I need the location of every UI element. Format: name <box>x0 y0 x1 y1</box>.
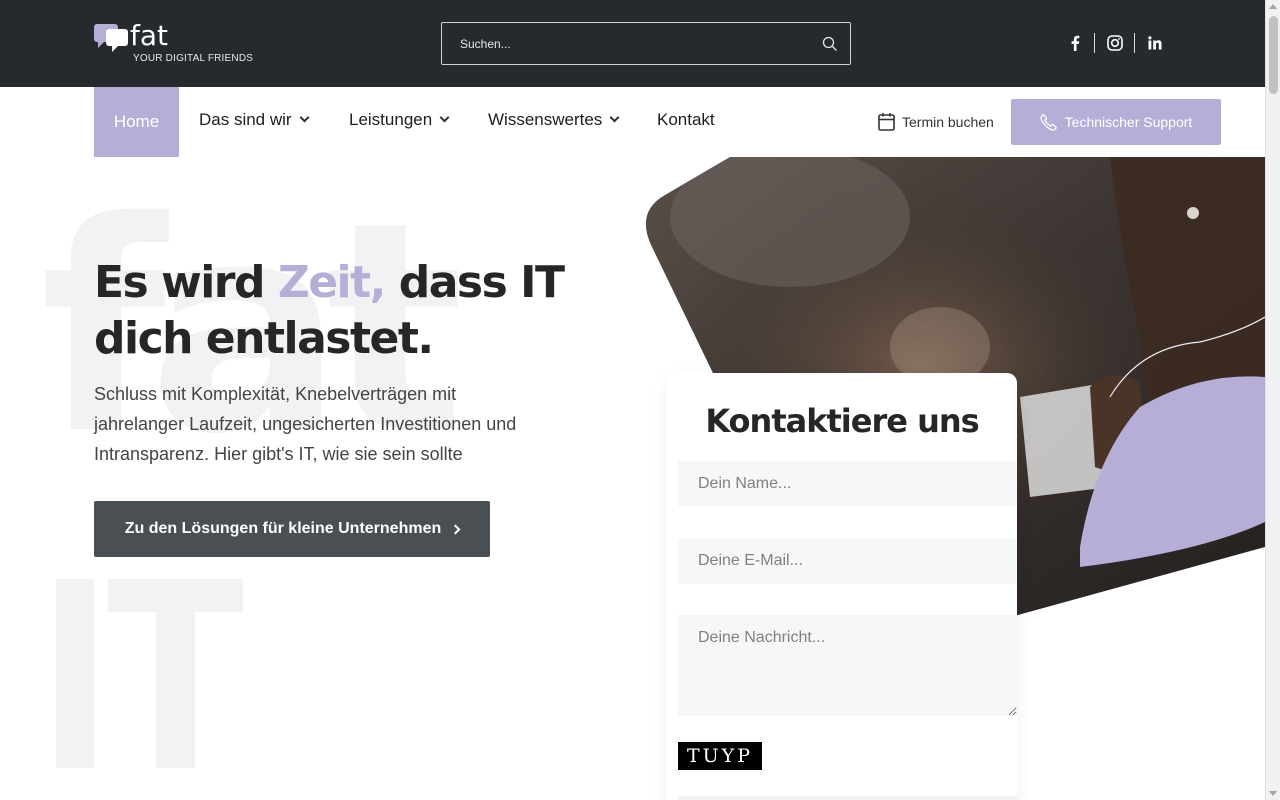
logo-tagline: YOUR DIGITAL FRIENDS <box>133 53 254 64</box>
chevron-right-icon <box>450 524 461 534</box>
logo[interactable]: fat YOUR DIGITAL FRIENDS <box>94 19 253 68</box>
contact-form-title: Kontaktiere uns <box>705 402 979 440</box>
chevron-down-icon <box>439 112 450 123</box>
search-icon[interactable] <box>822 36 838 52</box>
hero-subtitle: Schluss mit Komplexität, Knebelverträgen… <box>94 384 517 464</box>
logo-word: fat <box>130 19 168 52</box>
nav-item-wissenswertes[interactable]: Wissenswertes <box>488 110 620 130</box>
divider <box>1094 33 1095 53</box>
scroll-thumb[interactable] <box>1269 16 1278 94</box>
scroll-down-arrow-icon[interactable] <box>1269 791 1277 796</box>
nav-item-das-sind-wir[interactable]: Das sind wir <box>199 110 310 130</box>
captcha-image: TUYP <box>678 742 762 770</box>
chevron-down-icon <box>299 112 310 123</box>
hero-title-part1: Es wird <box>94 257 278 308</box>
nav-item-leistungen[interactable]: Leistungen <box>349 110 450 130</box>
support-label: Technischer Support <box>1064 114 1193 130</box>
termin-label: Termin buchen <box>902 113 994 130</box>
top-bar: fat YOUR DIGITAL FRIENDS <box>0 0 1265 87</box>
scroll-up-arrow-icon[interactable] <box>1269 4 1277 9</box>
watermark-it-letter-i <box>56 579 94 768</box>
calendar-icon <box>878 113 895 131</box>
chat-bubbles-logo-icon <box>94 24 128 52</box>
phone-icon <box>1040 113 1057 131</box>
instagram-icon[interactable] <box>1105 33 1125 53</box>
nav-item-kontakt[interactable]: Kontakt <box>657 110 715 130</box>
linkedin-icon[interactable] <box>1145 33 1165 53</box>
technical-support-button[interactable]: Technischer Support <box>1011 99 1221 145</box>
termin-buchen-link[interactable]: Termin buchen <box>878 112 994 131</box>
page-scrollbar[interactable] <box>1265 0 1280 800</box>
nav-item-label: Das sind wir <box>199 110 292 129</box>
watermark-it-letter-t-stem <box>156 579 195 768</box>
nav-item-label: Leistungen <box>349 110 433 129</box>
chevron-down-icon <box>609 112 620 123</box>
search-input[interactable] <box>442 23 812 64</box>
nav-item-label: Wissenswertes <box>488 110 603 129</box>
divider <box>1134 33 1135 53</box>
cta-label: Zu den Lösungen für kleine Unternehmen <box>124 520 442 537</box>
hero-title-accent: Zeit, <box>277 257 387 308</box>
email-field[interactable] <box>678 538 1017 584</box>
search-box <box>441 22 851 65</box>
solutions-cta-button[interactable]: Zu den Lösungen für kleine Unternehmen <box>94 501 490 557</box>
nav-item-home[interactable]: Home <box>94 87 179 157</box>
name-field[interactable] <box>678 461 1017 506</box>
message-field[interactable] <box>678 615 1017 716</box>
captcha-input-edge[interactable] <box>678 796 1017 800</box>
hero-title: Es wird Zeit, dass IT dich entlastet. <box>94 255 634 367</box>
facebook-icon[interactable] <box>1065 33 1085 53</box>
